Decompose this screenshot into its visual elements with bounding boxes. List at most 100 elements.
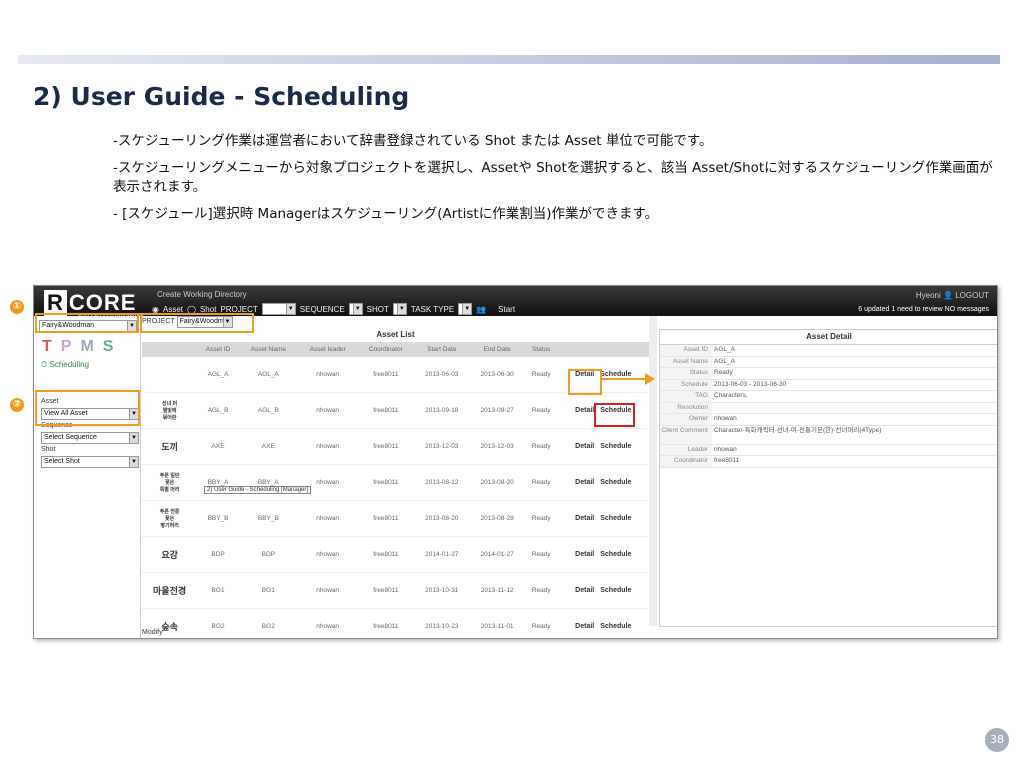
- schedule-button[interactable]: Schedule: [600, 587, 631, 594]
- logout-link[interactable]: LOGOUT: [955, 291, 989, 300]
- column-header: Asset Name: [238, 342, 298, 357]
- schedule-button[interactable]: Schedule: [600, 623, 631, 630]
- sequence-sidebar-select[interactable]: Select Sequence ▼: [41, 432, 139, 444]
- app-screenshot: RCOREENTERTAINMENT Create Working Direct…: [33, 285, 998, 639]
- user-area: Hyeoni 👤 LOGOUT: [916, 291, 989, 300]
- row-actions: Detail Schedule: [557, 428, 649, 465]
- detail-value: nhowan: [714, 445, 737, 453]
- highlight-project: [35, 313, 139, 333]
- shot-label: Shot: [41, 446, 56, 453]
- cell-name: BG2: [238, 608, 298, 638]
- create-dir-link[interactable]: Create Working Directory: [157, 290, 247, 299]
- cell-coord: free8011: [357, 572, 415, 609]
- cell-id: BBY_A: [197, 464, 239, 501]
- tpms-logo: TPMS: [42, 338, 123, 355]
- cell-status: Ready: [524, 392, 558, 429]
- people-icon[interactable]: 👥: [476, 305, 486, 314]
- sidebar: Fairy&Woodman ▼ TPMS ⏱ Scheduling Asset V…: [34, 316, 141, 638]
- scrollbar[interactable]: [649, 316, 657, 626]
- cell-id: BBY_B: [197, 500, 239, 537]
- cell-coord: free8011: [357, 500, 415, 537]
- top-accent-bar: [18, 55, 1000, 64]
- asset-list-panel: PROJECT Fairy&Woodman ▼ Asset List Asset …: [142, 316, 649, 638]
- detail-row: Owner nhowan: [660, 414, 997, 426]
- detail-button[interactable]: Detail: [575, 623, 594, 630]
- start-button[interactable]: Start: [498, 305, 515, 314]
- cell-coord: free8011: [357, 357, 415, 393]
- row-actions: Detail Schedule: [557, 608, 649, 638]
- table-row[interactable]: 요강 BDP BDP nhowan free8011 2014-01-27 2014-01-…: [142, 536, 649, 573]
- detail-button[interactable]: Detail: [575, 443, 594, 450]
- cell-img: 푸른 전통 꽃은 땋기머리: [142, 500, 198, 537]
- detail-button[interactable]: Detail: [575, 407, 594, 414]
- sidebar-item-scheduling[interactable]: ⏱ Scheduling: [41, 360, 89, 370]
- detail-key: Leader: [660, 444, 712, 455]
- cell-coord: free8011: [357, 608, 415, 638]
- detail-value: Character-특화캐릭터-선녀-여-전통기본(한)-선녀머리(4Type): [714, 426, 882, 434]
- column-header: Asset ID: [197, 342, 239, 357]
- shot-sidebar-select[interactable]: Select Shot ▼: [41, 456, 139, 468]
- cell-end: 2013-11-01: [469, 608, 525, 638]
- cell-id: AXE: [197, 428, 239, 465]
- tasktype-select[interactable]: ▼: [458, 303, 473, 315]
- table-row[interactable]: 마을전경 BG1 BG1 nhowan free8011 2013-10-31 2013-1…: [142, 572, 649, 609]
- app-header: RCOREENTERTAINMENT Create Working Direct…: [34, 286, 997, 321]
- highlight-detail: [568, 369, 602, 395]
- detail-button[interactable]: Detail: [575, 515, 594, 522]
- cell-status: Ready: [524, 572, 558, 609]
- cell-coord: free8011: [357, 536, 415, 573]
- cell-status: Ready: [524, 608, 558, 638]
- schedule-button[interactable]: Schedule: [600, 443, 631, 450]
- cell-coord: free8011: [357, 464, 415, 501]
- cell-name: BBY_A: [238, 464, 298, 501]
- cell-leader: nhowan: [297, 572, 358, 609]
- table-row[interactable]: 푸른 일반 꽃은 특별 머리 BBY_A BBY_A nhowan free8011 20…: [142, 464, 649, 501]
- arrow-head-icon: [645, 373, 655, 385]
- cell-status: Ready: [524, 428, 558, 465]
- column-header: End Date: [469, 342, 525, 357]
- column-header: Coordinator: [357, 342, 415, 357]
- detail-button[interactable]: Detail: [575, 587, 594, 594]
- schedule-button[interactable]: Schedule: [600, 371, 631, 378]
- detail-value: AGL_A: [714, 357, 735, 365]
- cell-id: BDP: [197, 536, 239, 573]
- slide-title: 2) User Guide - Scheduling: [33, 82, 410, 111]
- cell-status: Ready: [524, 357, 558, 393]
- shot-select[interactable]: ▼: [392, 303, 407, 315]
- badge-1: ①: [10, 300, 24, 314]
- page-number: 38: [985, 728, 1009, 752]
- row-actions: Detail Schedule: [557, 572, 649, 609]
- cell-start: 2013-10-23: [414, 608, 470, 638]
- schedule-button[interactable]: Schedule: [600, 515, 631, 522]
- cell-leader: nhowan: [297, 464, 358, 501]
- sequence-select[interactable]: ▼: [348, 303, 363, 315]
- cell-leader: nhowan: [297, 392, 358, 429]
- tooltip: 2) User Guide - Scheduling [Manager]: [204, 486, 312, 494]
- asset-detail-panel: Asset Detail Asset ID AGL_A Asset Name AGL_…: [659, 329, 997, 627]
- table-row[interactable]: 푸른 전통 꽃은 땋기머리 BBY_B BBY_B nhowan free8011 201…: [142, 500, 649, 537]
- detail-row: TAG Characters,: [660, 391, 997, 403]
- detail-button[interactable]: Detail: [575, 479, 594, 486]
- detail-row: Leader nhowan: [660, 444, 997, 456]
- modify-button[interactable]: Modify: [142, 629, 163, 636]
- detail-value: [712, 403, 714, 414]
- cell-img: [142, 357, 198, 393]
- cell-id: BG2: [197, 608, 239, 638]
- detail-row: Asset Name AGL_A: [660, 356, 997, 368]
- detail-key: Client Comment: [660, 425, 712, 444]
- cell-status: Ready: [524, 536, 558, 573]
- schedule-button[interactable]: Schedule: [600, 479, 631, 486]
- schedule-button[interactable]: Schedule: [600, 551, 631, 558]
- table-row[interactable]: 선녀 머 별빛에 묶어란 AGL_B AGL_B nhowan free8011 2013…: [142, 392, 649, 429]
- cell-end: 2013-06-30: [469, 357, 525, 393]
- detail-button[interactable]: Detail: [575, 551, 594, 558]
- table-row[interactable]: 숲속 BG2 BG2 nhowan free8011 2013-10-23 2013-11-…: [142, 608, 649, 638]
- project-select[interactable]: ▼: [261, 303, 296, 315]
- table-row[interactable]: 도끼 AXE AXE nhowan free8011 2013-12-03 2013-12-…: [142, 428, 649, 465]
- cell-end: 2013-08-28: [469, 500, 525, 537]
- cell-start: 2013-06-03: [414, 357, 470, 393]
- asset-detail-title: Asset Detail: [660, 330, 997, 345]
- detail-value: Characters,: [714, 392, 748, 399]
- cell-name: AXE: [238, 428, 298, 465]
- cell-img: 요강: [142, 536, 198, 573]
